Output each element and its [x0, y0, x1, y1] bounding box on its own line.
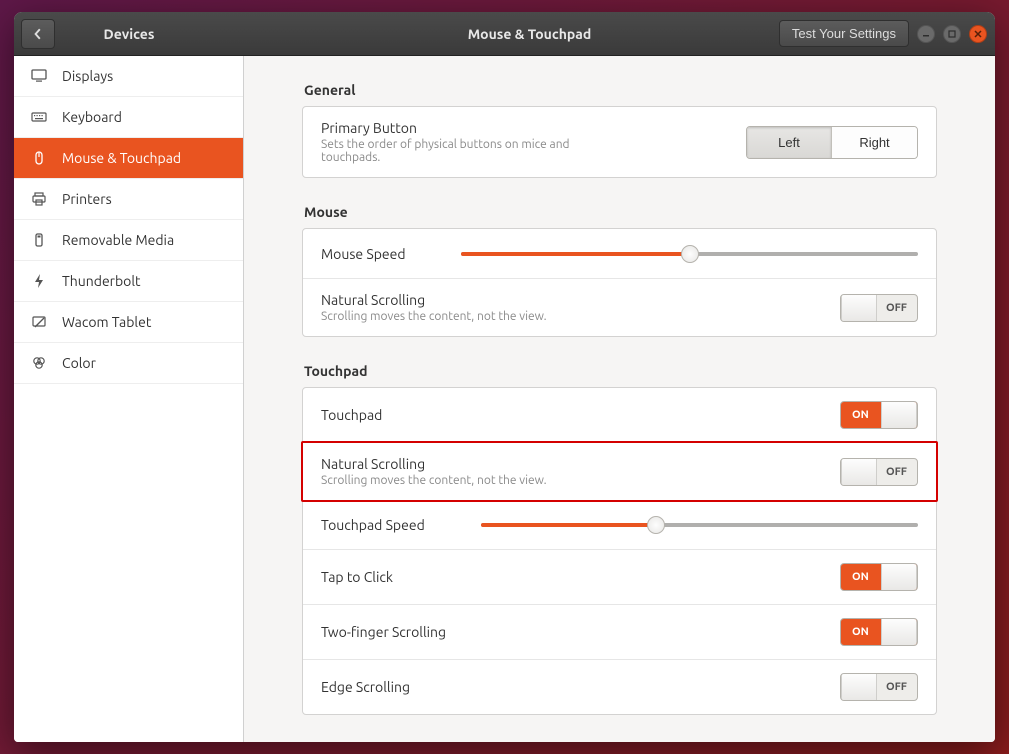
- sidebar-item-label: Thunderbolt: [62, 273, 141, 289]
- section-touchpad-title: Touchpad: [304, 363, 937, 379]
- section-general-title: General: [304, 82, 937, 98]
- touchpad-enable-switch[interactable]: ON: [840, 401, 918, 429]
- wacom-icon: [30, 313, 48, 331]
- primary-button-sublabel: Sets the order of physical buttons on mi…: [321, 138, 571, 164]
- two-finger-label: Two-finger Scrolling: [321, 624, 446, 640]
- section-mouse-title: Mouse: [304, 204, 937, 220]
- keyboard-icon: [30, 108, 48, 126]
- edge-scrolling-label: Edge Scrolling: [321, 679, 410, 695]
- touchpad-natural-sublabel: Scrolling moves the content, not the vie…: [321, 474, 547, 487]
- sidebar-item-mouse[interactable]: Mouse & Touchpad: [14, 138, 243, 179]
- printer-icon: [30, 190, 48, 208]
- color-icon: [30, 354, 48, 372]
- sidebar: Displays Keyboard Mouse & Touchpad Printers…: [14, 56, 244, 742]
- touchpad-enable-label: Touchpad: [321, 407, 382, 423]
- touchpad-speed-slider[interactable]: [481, 515, 918, 535]
- page-title: Mouse & Touchpad: [244, 26, 815, 42]
- window-maximize-button[interactable]: [943, 25, 961, 43]
- sidebar-item-displays[interactable]: Displays: [14, 56, 243, 97]
- sidebar-item-wacom[interactable]: Wacom Tablet: [14, 302, 243, 343]
- primary-button-left[interactable]: Left: [747, 127, 832, 158]
- content-area: General Primary Button Sets the order of…: [244, 56, 995, 742]
- row-touchpad-enable: Touchpad ON: [303, 388, 936, 443]
- removable-icon: [30, 231, 48, 249]
- row-mouse-natural: Natural Scrolling Scrolling moves the co…: [303, 279, 936, 336]
- row-touchpad-speed: Touchpad Speed: [303, 500, 936, 550]
- tap-to-click-switch[interactable]: ON: [840, 563, 918, 591]
- edge-scrolling-switch[interactable]: OFF: [840, 673, 918, 701]
- mouse-speed-slider[interactable]: [461, 244, 918, 264]
- row-tap-to-click: Tap to Click ON: [303, 550, 936, 605]
- primary-button-label: Primary Button: [321, 120, 571, 136]
- mouse-icon: [30, 149, 48, 167]
- primary-button-segmented[interactable]: Left Right: [746, 126, 918, 159]
- touchpad-natural-switch[interactable]: OFF: [840, 458, 918, 486]
- minimize-icon: [922, 30, 930, 38]
- sidebar-item-label: Color: [62, 355, 96, 371]
- sidebar-item-removable[interactable]: Removable Media: [14, 220, 243, 261]
- row-primary-button: Primary Button Sets the order of physica…: [303, 107, 936, 177]
- sidebar-item-label: Keyboard: [62, 109, 122, 125]
- back-button[interactable]: [21, 19, 55, 49]
- test-settings-button[interactable]: Test Your Settings: [779, 20, 909, 47]
- thunderbolt-icon: [30, 272, 48, 290]
- tap-to-click-label: Tap to Click: [321, 569, 393, 585]
- row-edge-scrolling: Edge Scrolling OFF: [303, 660, 936, 714]
- window-minimize-button[interactable]: [917, 25, 935, 43]
- chevron-left-icon: [32, 28, 44, 40]
- two-finger-switch[interactable]: ON: [840, 618, 918, 646]
- sidebar-item-thunderbolt[interactable]: Thunderbolt: [14, 261, 243, 302]
- touchpad-speed-label: Touchpad Speed: [321, 517, 471, 533]
- window-close-button[interactable]: [969, 25, 987, 43]
- mouse-natural-switch[interactable]: OFF: [840, 294, 918, 322]
- sidebar-item-label: Wacom Tablet: [62, 314, 151, 330]
- sidebar-item-label: Printers: [62, 191, 112, 207]
- panel-touchpad: Touchpad ON Natural Scrolling Scrolling …: [302, 387, 937, 715]
- mouse-speed-label: Mouse Speed: [321, 246, 451, 262]
- row-mouse-speed: Mouse Speed: [303, 229, 936, 279]
- titlebar: Devices Mouse & Touchpad Test Your Setti…: [14, 12, 995, 56]
- row-two-finger-scrolling: Two-finger Scrolling ON: [303, 605, 936, 660]
- sidebar-item-printers[interactable]: Printers: [14, 179, 243, 220]
- maximize-icon: [948, 30, 956, 38]
- panel-mouse: Mouse Speed Natural Scrolling Scrolling …: [302, 228, 937, 337]
- settings-window: Devices Mouse & Touchpad Test Your Setti…: [14, 12, 995, 742]
- display-icon: [30, 67, 48, 85]
- primary-button-right[interactable]: Right: [832, 127, 917, 158]
- sidebar-item-color[interactable]: Color: [14, 343, 243, 384]
- sidebar-item-label: Removable Media: [62, 232, 174, 248]
- row-touchpad-natural: Natural Scrolling Scrolling moves the co…: [301, 441, 938, 502]
- panel-general: Primary Button Sets the order of physica…: [302, 106, 937, 178]
- sidebar-item-label: Displays: [62, 68, 113, 84]
- mouse-natural-label: Natural Scrolling: [321, 292, 547, 308]
- close-icon: [974, 30, 982, 38]
- sidebar-item-label: Mouse & Touchpad: [62, 150, 181, 166]
- sidebar-item-keyboard[interactable]: Keyboard: [14, 97, 243, 138]
- mouse-natural-sublabel: Scrolling moves the content, not the vie…: [321, 310, 547, 323]
- touchpad-natural-label: Natural Scrolling: [321, 456, 547, 472]
